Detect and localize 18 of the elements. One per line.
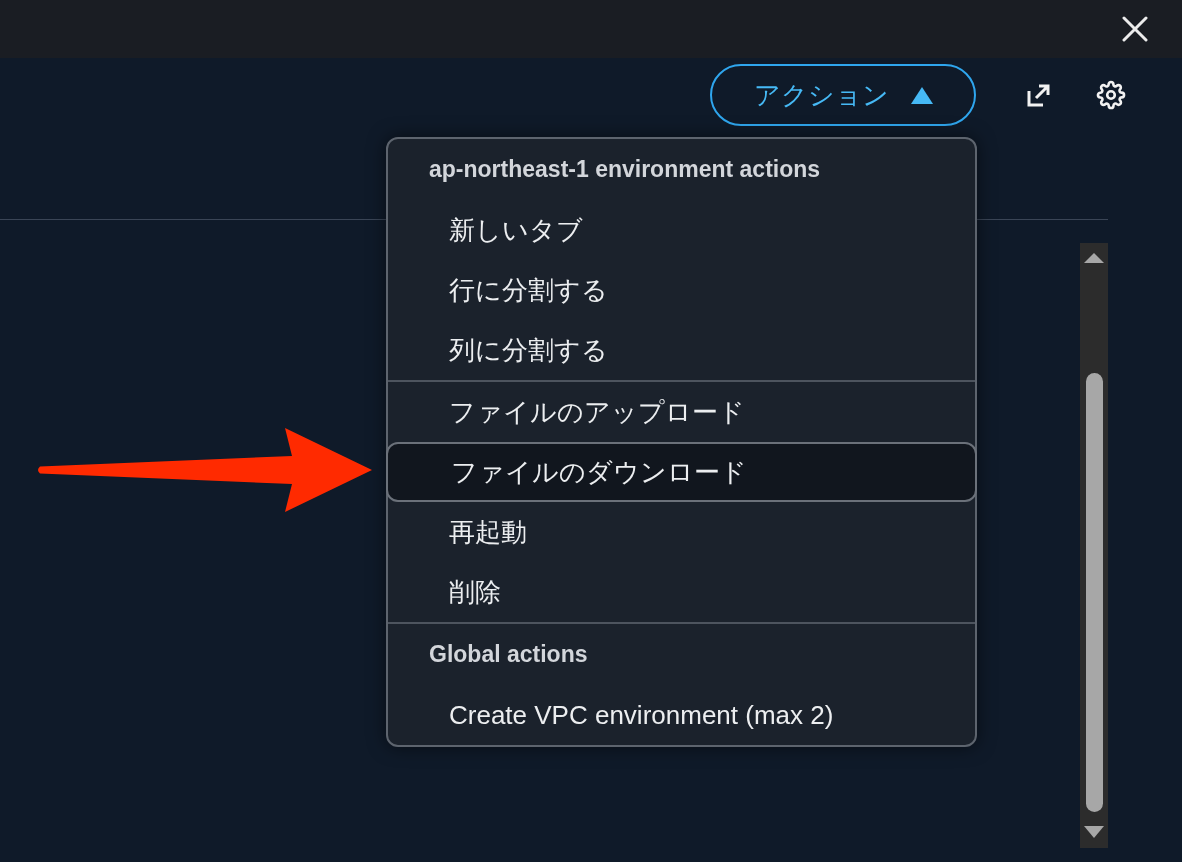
menu-group-title: Global actions [428,640,589,669]
menu-item[interactable]: 列に分割する [388,320,975,380]
actions-button[interactable]: アクション [710,64,976,126]
menu-item[interactable]: 再起動 [388,502,975,562]
scrollbar-thumb[interactable] [1085,373,1103,812]
menu-item[interactable]: 削除 [388,562,975,622]
menu-item[interactable]: 新しいタブ [388,200,975,260]
menu-item[interactable]: ファイルのアップロード [388,382,975,442]
menu-item[interactable]: ファイルのダウンロード [386,442,977,502]
menu-item[interactable]: 行に分割する [388,260,975,320]
menu-group-title: ap-northeast-1 environment actions [428,155,822,184]
scroll-down-icon[interactable] [1084,826,1104,838]
scroll-up-icon[interactable] [1084,253,1104,263]
menu-item[interactable]: Create VPC environment (max 2) [388,685,975,745]
external-link-icon[interactable] [1026,82,1052,108]
scrollbar[interactable] [1080,243,1108,848]
settings-icon[interactable] [1095,79,1127,111]
close-icon[interactable] [1122,16,1148,42]
